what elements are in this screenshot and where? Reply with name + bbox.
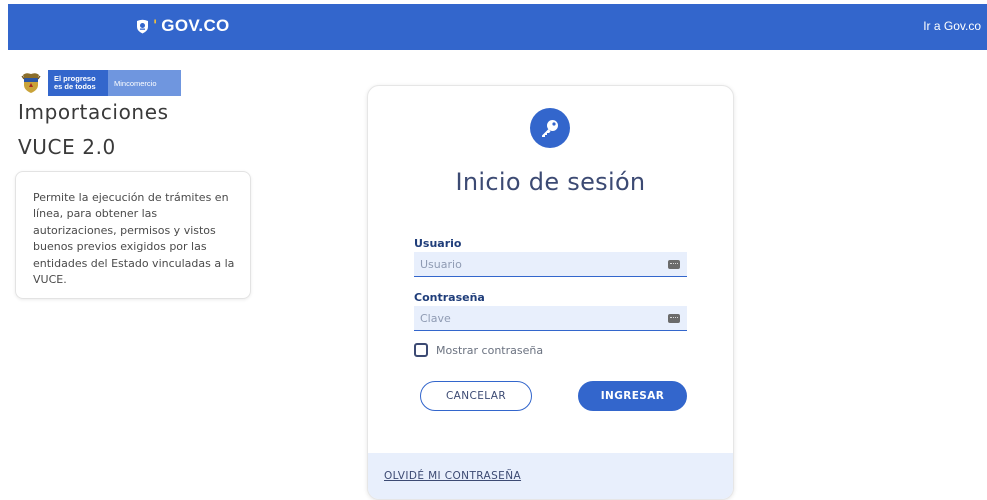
gov-co-logo[interactable]: ' GOV.CO <box>136 16 230 36</box>
description-text: Permite la ejecución de trámites en líne… <box>33 191 235 287</box>
login-card: Inicio de sesión Usuario Contraseña Most… <box>367 85 734 500</box>
login-submit-button[interactable]: INGRESAR <box>578 381 687 411</box>
shield-icon <box>18 70 44 96</box>
logo-text: GOV.CO <box>161 16 230 35</box>
username-input[interactable] <box>414 252 687 277</box>
key-icon <box>530 108 570 148</box>
brand-strip: El progreso es de todos Mincomercio <box>18 70 181 96</box>
username-label: Usuario <box>414 237 462 250</box>
app-title: Importaciones <box>18 100 169 124</box>
forgot-password-link[interactable]: OLVIDÉ MI CONTRASEÑA <box>384 470 521 482</box>
keyboard-icon <box>668 314 680 323</box>
progreso-label: El progreso es de todos <box>48 70 108 96</box>
logo-separator: ' <box>153 18 158 34</box>
cancel-button[interactable]: CANCELAR <box>420 381 532 411</box>
ir-a-govco-link[interactable]: Ir a Gov.co <box>923 19 981 33</box>
top-bar: ' GOV.CO Ir a Gov.co <box>8 4 987 50</box>
show-password-checkbox[interactable] <box>414 343 428 357</box>
password-input[interactable] <box>414 306 687 331</box>
show-password-toggle[interactable]: Mostrar contraseña <box>414 343 543 357</box>
app-subtitle: VUCE 2.0 <box>18 135 116 159</box>
description-card: Permite la ejecución de trámites en líne… <box>15 171 251 299</box>
password-label: Contraseña <box>414 291 485 304</box>
keyboard-icon <box>668 260 680 269</box>
show-password-label: Mostrar contraseña <box>436 343 544 357</box>
ministry-label: Mincomercio <box>108 70 181 96</box>
login-title: Inicio de sesión <box>455 168 646 196</box>
colombia-seal-icon <box>136 19 149 34</box>
